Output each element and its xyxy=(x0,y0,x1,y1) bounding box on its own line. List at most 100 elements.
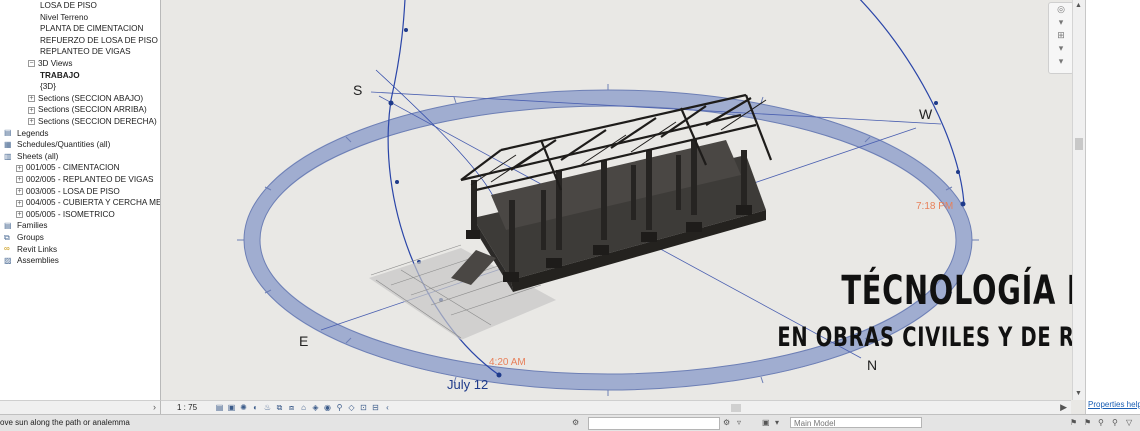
tree-item-label: 3D Views xyxy=(38,59,73,68)
crop-view-icon[interactable]: ⧉ xyxy=(275,403,284,412)
scroll-right-icon[interactable]: › xyxy=(153,402,156,412)
tree-item-label: 002/005 - REPLANTEO DE VIGAS xyxy=(26,175,154,184)
editable-only-icon[interactable]: ⚙ xyxy=(723,418,730,427)
groups-icon: ⧉ xyxy=(4,232,10,242)
tree-item[interactable]: Nivel Terreno xyxy=(0,12,88,23)
tree-item[interactable]: ▤ Families xyxy=(0,220,47,231)
expand-icon[interactable]: + xyxy=(28,95,35,103)
temporary-hide-icon[interactable]: ◈ xyxy=(311,403,320,412)
highlight-displacement-icon[interactable]: ⊟ xyxy=(371,403,380,412)
expand-icon[interactable]: + xyxy=(16,187,23,195)
reveal-constraints-icon[interactable]: ⊡ xyxy=(359,403,368,412)
tree-item-label: Families xyxy=(17,221,48,231)
tree-item[interactable]: REFUERZO DE LOSA DE PISO xyxy=(0,35,158,46)
nav-dropdown-icon[interactable]: ▾ xyxy=(1049,16,1073,29)
view-scale[interactable]: 1 : 75 xyxy=(177,403,197,412)
expand-icon[interactable]: + xyxy=(16,199,23,207)
scroll-down-icon[interactable]: ▼ xyxy=(1075,390,1082,397)
filter-icon[interactable]: ▽ xyxy=(1126,418,1132,427)
shadows-icon[interactable]: ◐ xyxy=(251,403,260,412)
tree-item[interactable]: + Sections (SECCION ABAJO) xyxy=(0,93,143,104)
zoom-region-icon[interactable]: ⊞ xyxy=(1049,29,1073,42)
tree-item[interactable]: +002/005 - REPLANTEO DE VIGAS xyxy=(0,174,153,185)
tree-item[interactable]: REPLANTEO DE VIGAS xyxy=(0,46,131,57)
expand-icon[interactable]: + xyxy=(28,106,35,114)
zoom-dropdown-icon[interactable]: ▾ xyxy=(1049,42,1073,55)
temporary-properties-icon[interactable]: ⚲ xyxy=(335,403,344,412)
tree-item[interactable]: +004/005 - CUBIERTA Y CERCHA METALIC xyxy=(0,197,161,208)
tree-item-label: Nivel Terreno xyxy=(40,12,89,22)
select-links-icon[interactable]: ⚑ xyxy=(1070,418,1077,427)
tree-item-label: 004/005 - CUBIERTA Y CERCHA METALIC xyxy=(26,198,161,208)
reveal-hidden-icon[interactable]: ◉ xyxy=(323,403,332,412)
legends-icon: ▤ xyxy=(4,128,12,138)
tree-item[interactable]: ▦ Schedules/Quantities (all) xyxy=(0,139,110,150)
horizontal-scroll-thumb[interactable] xyxy=(731,404,741,412)
steering-wheel-icon[interactable]: ◎ xyxy=(1049,3,1073,16)
design-option-dropdown[interactable]: Main Model xyxy=(790,417,922,428)
sun-date-label: July 12 xyxy=(447,377,489,392)
collapse-icon[interactable]: − xyxy=(28,60,35,68)
tree-item-label: Sections (SECCION ABAJO) xyxy=(38,93,144,103)
expand-icon[interactable]: + xyxy=(28,118,35,126)
compass-south-label: S xyxy=(353,82,363,98)
tree-item-label: REFUERZO DE LOSA DE PISO xyxy=(40,35,158,45)
tree-item[interactable]: ∞ Revit Links xyxy=(0,244,57,255)
visual-style-icon[interactable]: ▣ xyxy=(227,403,236,412)
expand-icon[interactable]: + xyxy=(16,211,23,219)
compass-west-label: W xyxy=(919,106,933,122)
tree-item-label: Sheets (all) xyxy=(17,151,59,161)
vertical-scroll-thumb[interactable] xyxy=(1075,138,1083,150)
design-options-filter-icon[interactable]: ▿ xyxy=(737,418,741,427)
nav-options-icon[interactable]: ▾ xyxy=(1049,55,1073,68)
tree-item-label: Sections (SECCION ARRIBA) xyxy=(38,105,147,115)
project-browser-scrollbar[interactable]: › xyxy=(0,400,161,415)
expand-icon[interactable]: + xyxy=(16,176,23,184)
tree-item-label: REPLANTEO DE VIGAS xyxy=(40,47,131,57)
tree-item[interactable]: ▤ Legends xyxy=(0,128,48,139)
tree-item-label: PLANTA DE CIMENTACION xyxy=(40,24,144,34)
tree-item[interactable]: {3D} xyxy=(0,81,56,92)
tree-item[interactable]: −3D Views xyxy=(0,58,72,69)
tree-item-label: Revit Links xyxy=(17,244,58,254)
tree-item[interactable]: +005/005 - ISOMETRICO xyxy=(0,209,115,220)
sunrise-time-label: 4:20 AM xyxy=(489,357,526,368)
show-crop-icon[interactable]: ⧈ xyxy=(287,403,296,412)
view-control-bar: 1 : 75 ▤ ▣ ✺ ◐ ♨ ⧉ ⧈ ⌂ ◈ ◉ ⚲ ◇ ⊡ ⊟ ‹ ▶ xyxy=(161,400,1071,415)
active-workset-dropdown[interactable] xyxy=(588,417,720,430)
tree-item[interactable]: + Sections (SECCION DERECHA) xyxy=(0,116,157,127)
sun-path-icon[interactable]: ✺ xyxy=(239,403,248,412)
select-pinned-icon[interactable]: ⚲ xyxy=(1098,418,1104,427)
worksets-icon[interactable]: ⚙ xyxy=(572,418,579,427)
tree-item[interactable]: ▥ Sheets (all) xyxy=(0,151,58,162)
tree-item[interactable]: ⧉ Groups xyxy=(0,232,44,243)
editable-options-icon[interactable]: ▾ xyxy=(775,418,779,427)
tree-item[interactable]: ▨ Assemblies xyxy=(0,255,59,266)
assemblies-icon: ▨ xyxy=(4,256,12,266)
worksharing-icon[interactable]: ◇ xyxy=(347,403,356,412)
tree-item-label: 001/005 - CIMENTACION xyxy=(26,163,120,173)
tree-item[interactable]: +003/005 - LOSA DE PISO xyxy=(0,186,120,197)
tree-item-label: TRABAJO xyxy=(40,70,80,80)
viewport-vertical-scrollbar[interactable]: ▲ ▼ xyxy=(1072,0,1085,400)
tree-item-label: Schedules/Quantities (all) xyxy=(17,140,111,150)
detail-level-icon[interactable]: ▤ xyxy=(215,403,224,412)
properties-help-link[interactable]: Properties help xyxy=(1088,400,1140,409)
navigation-bar: ◎ ▾ ⊞ ▾ ▾ xyxy=(1048,2,1074,74)
expand-icon[interactable]: + xyxy=(16,164,23,172)
tree-item[interactable]: + Sections (SECCION ARRIBA) xyxy=(0,104,147,115)
select-underlay-icon[interactable]: ⚑ xyxy=(1084,418,1091,427)
tree-item-label: Legends xyxy=(17,128,49,138)
design-options-icon[interactable]: ▣ xyxy=(762,418,770,427)
lock-view-icon[interactable]: ⌂ xyxy=(299,403,308,412)
tree-item[interactable]: +001/005 - CIMENTACION xyxy=(0,162,120,173)
analysis-model-icon[interactable]: ‹ xyxy=(383,403,392,412)
families-icon: ▤ xyxy=(4,221,12,231)
rendering-icon[interactable]: ♨ xyxy=(263,403,272,412)
scroll-up-icon[interactable]: ▲ xyxy=(1075,2,1082,9)
scroll-right-icon[interactable]: ▶ xyxy=(1060,402,1067,413)
tree-item[interactable]: PLANTA DE CIMENTACION xyxy=(0,23,143,34)
select-by-face-icon[interactable]: ⚲ xyxy=(1112,418,1118,427)
tree-item[interactable]: LOSA DE PISO xyxy=(0,0,97,11)
tree-item[interactable]: TRABAJO xyxy=(0,70,80,81)
